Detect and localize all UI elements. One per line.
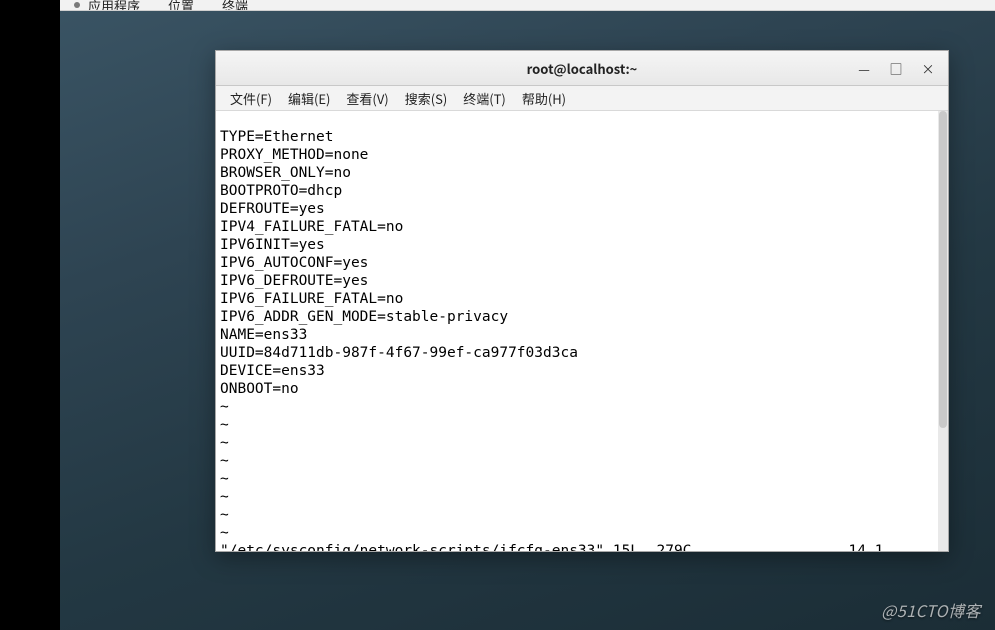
terminal-window: root@localhost:~ — □ × 文件(F) 编辑(E) 查看(V)… (215, 50, 949, 552)
panel-terminal[interactable]: 终端 (222, 0, 248, 11)
menubar: 文件(F) 编辑(E) 查看(V) 搜索(S) 终端(T) 帮助(H) (216, 86, 948, 111)
menu-help[interactable]: 帮助(H) (514, 87, 574, 110)
scrollbar-thumb[interactable] (939, 111, 947, 428)
watermark: @51CTO博客 (881, 598, 981, 622)
panel-dot-icon (74, 2, 80, 8)
menu-view[interactable]: 查看(V) (338, 87, 396, 110)
titlebar[interactable]: root@localhost:~ — □ × (216, 51, 948, 86)
window-buttons: — □ × (846, 51, 942, 85)
menu-file[interactable]: 文件(F) (222, 87, 280, 110)
window-title: root@localhost:~ (216, 59, 948, 78)
menu-edit[interactable]: 编辑(E) (280, 87, 338, 110)
desktop: 应用程序 位置 终端 root@localhost:~ — □ × 文件(F) … (60, 0, 995, 630)
panel-apps[interactable]: 应用程序 (88, 0, 140, 11)
menu-search[interactable]: 搜索(S) (397, 87, 456, 110)
maximize-button[interactable]: □ (882, 58, 910, 78)
panel-places[interactable]: 位置 (168, 0, 194, 11)
terminal-body[interactable]: TYPE=Ethernet PROXY_METHOD=none BROWSER_… (216, 111, 948, 551)
close-button[interactable]: × (914, 58, 942, 78)
minimize-button[interactable]: — (850, 58, 878, 78)
scrollbar[interactable] (938, 111, 948, 551)
terminal-text[interactable]: TYPE=Ethernet PROXY_METHOD=none BROWSER_… (216, 126, 948, 552)
top-panel: 应用程序 位置 终端 (60, 0, 995, 11)
left-black-strip (0, 0, 60, 630)
menu-terminal[interactable]: 终端(T) (455, 87, 514, 110)
